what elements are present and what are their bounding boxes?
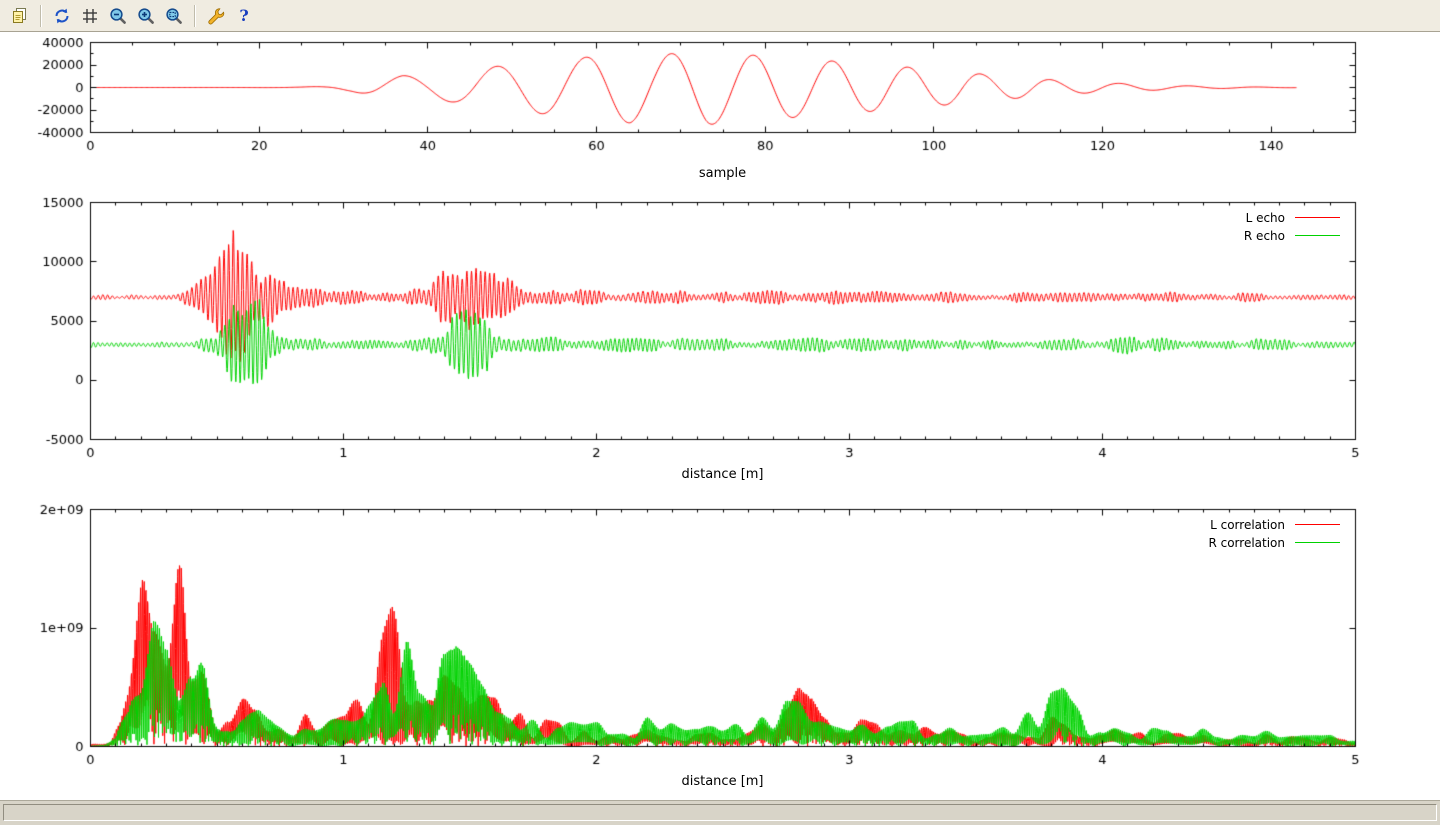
- status-field: [3, 804, 1437, 821]
- magnifier-plus-icon: [137, 7, 155, 25]
- legend-line-sample: [1295, 542, 1340, 543]
- pulse-chart: sample: [0, 38, 1440, 188]
- legend-item-r-echo: R echo: [1244, 228, 1340, 243]
- magnifier-fit-icon: [165, 7, 183, 25]
- echo-x-axis-label: distance [m]: [90, 467, 1355, 482]
- legend-line-sample: [1295, 235, 1340, 236]
- svg-text:?: ?: [239, 7, 248, 25]
- copy-to-clipboard-button[interactable]: [6, 2, 33, 29]
- status-bar: [0, 800, 1440, 825]
- legend-label: L echo: [1246, 211, 1285, 225]
- question-mark-icon: ?: [235, 7, 253, 25]
- echo-chart: L echo R echo distance [m]: [0, 195, 1440, 495]
- correlation-chart: L correlation R correlation distance [m]: [0, 502, 1440, 800]
- wrench-icon: [207, 7, 225, 25]
- correlation-x-axis-label: distance [m]: [90, 774, 1355, 789]
- pulse-x-axis-label: sample: [90, 166, 1355, 181]
- magnifier-minus-icon: [109, 7, 127, 25]
- toolbar-separator: [194, 5, 196, 27]
- legend-label: L correlation: [1210, 518, 1285, 532]
- echo-canvas[interactable]: [0, 195, 1440, 495]
- legend-label: R correlation: [1208, 536, 1285, 550]
- gnuplot-window: ? sample L echo R echo distance [m] L co…: [0, 0, 1440, 825]
- toolbar: ?: [0, 0, 1440, 32]
- toggle-grid-button[interactable]: [76, 2, 103, 29]
- autoscale-button[interactable]: [160, 2, 187, 29]
- legend-line-sample: [1295, 524, 1340, 525]
- refresh-icon: [53, 7, 71, 25]
- grid-icon: [81, 7, 99, 25]
- legend-line-sample: [1295, 217, 1340, 218]
- legend-label: R echo: [1244, 229, 1285, 243]
- toolbar-separator: [40, 5, 42, 27]
- legend-item-l-correlation: L correlation: [1208, 517, 1340, 532]
- echo-legend: L echo R echo: [1244, 210, 1340, 246]
- replot-button[interactable]: [48, 2, 75, 29]
- correlation-legend: L correlation R correlation: [1208, 517, 1340, 553]
- legend-item-r-correlation: R correlation: [1208, 535, 1340, 550]
- configure-button[interactable]: [202, 2, 229, 29]
- zoom-next-button[interactable]: [132, 2, 159, 29]
- copy-icon: [11, 7, 29, 25]
- legend-item-l-echo: L echo: [1244, 210, 1340, 225]
- zoom-previous-button[interactable]: [104, 2, 131, 29]
- help-button[interactable]: ?: [230, 2, 257, 29]
